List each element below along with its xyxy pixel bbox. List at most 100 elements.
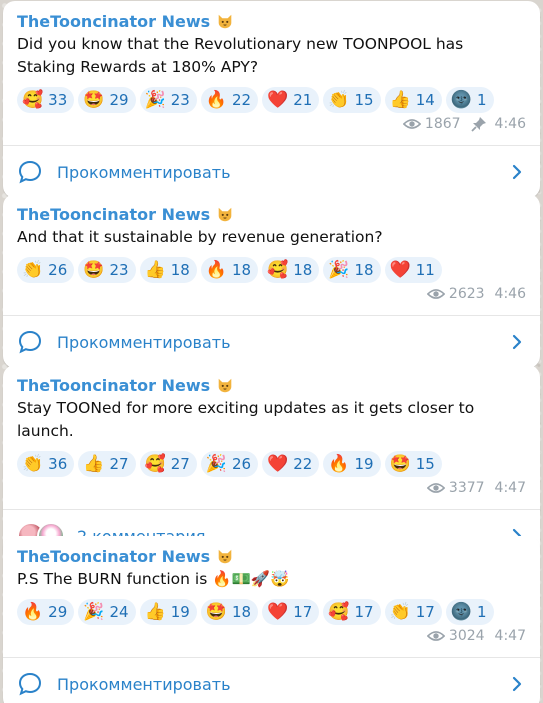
eye-icon: [426, 289, 445, 299]
channel-post-2: TheTooncinator News And that it sustaina…: [3, 194, 540, 368]
view-count: 1867: [424, 116, 461, 132]
reaction-button[interactable]: 🌚 1: [445, 599, 494, 625]
reaction-emoji: ❤️: [267, 453, 289, 474]
reaction-button[interactable]: 🥰 33: [17, 87, 75, 113]
reaction-count: 15: [415, 455, 435, 473]
comments-label[interactable]: Прокомментировать: [57, 163, 510, 182]
channel-name[interactable]: TheTooncinator News: [17, 11, 526, 31]
comments-label[interactable]: Прокомментировать: [57, 333, 510, 352]
view-count: 2623: [448, 286, 485, 302]
reaction-count: 26: [231, 455, 252, 473]
comments-label[interactable]: Прокомментировать: [57, 675, 510, 694]
channel-name[interactable]: TheTooncinator News: [17, 546, 526, 566]
channel-name[interactable]: TheTooncinator News: [17, 375, 526, 395]
reaction-button[interactable]: 🔥 19: [323, 451, 381, 477]
reaction-button[interactable]: 🤩 29: [78, 87, 136, 113]
channel-name-label[interactable]: TheTooncinator News: [17, 205, 210, 224]
reaction-emoji: 🎉: [205, 453, 227, 474]
reaction-button[interactable]: 🥰 27: [139, 451, 197, 477]
reaction-button[interactable]: 🎉 26: [200, 451, 259, 477]
reaction-count: 29: [48, 603, 68, 621]
reaction-button[interactable]: 👏 36: [17, 451, 75, 477]
reaction-count: 18: [293, 261, 313, 279]
reaction-button[interactable]: 🌚 1: [445, 87, 494, 113]
reaction-button[interactable]: 🔥 22: [200, 87, 259, 113]
reaction-count: 1: [477, 91, 487, 109]
eye-icon: [426, 631, 445, 641]
post-time: 4:46: [494, 286, 526, 302]
reaction-button[interactable]: ❤️ 22: [262, 451, 320, 477]
chevron-right-icon[interactable]: [510, 334, 524, 350]
reaction-count: 19: [354, 455, 374, 473]
reaction-count: 22: [293, 455, 313, 473]
reaction-count: 33: [48, 91, 68, 109]
cat-face-icon: [216, 376, 234, 394]
reaction-count: 14: [415, 91, 435, 109]
reaction-button[interactable]: 🥰 18: [262, 257, 320, 283]
reaction-count: 15: [354, 91, 374, 109]
reaction-emoji: ❤️: [389, 259, 411, 280]
reaction-button[interactable]: 🥰 17: [323, 599, 381, 625]
reaction-button[interactable]: ❤️ 11: [384, 257, 442, 283]
reaction-button[interactable]: 🎉 23: [139, 87, 197, 113]
channel-name-label[interactable]: TheTooncinator News: [17, 376, 210, 395]
post-meta: 1867 4:46: [17, 115, 526, 133]
reaction-button[interactable]: 👍 14: [384, 87, 442, 113]
reaction-count: 22: [231, 91, 252, 109]
reaction-button[interactable]: 🎉 24: [78, 599, 136, 625]
reaction-emoji: 👍: [83, 453, 105, 474]
speech-bubble-icon: [18, 330, 42, 354]
reaction-count: 26: [48, 261, 68, 279]
reaction-emoji: 🌚: [450, 89, 473, 110]
reaction-button[interactable]: 👏 15: [323, 87, 381, 113]
comments-button[interactable]: Прокомментировать: [3, 316, 540, 368]
comments-button[interactable]: Прокомментировать: [3, 146, 540, 198]
comments-button[interactable]: Прокомментировать: [3, 658, 540, 703]
reaction-button[interactable]: 👍 27: [78, 451, 136, 477]
reaction-emoji: 🤩: [389, 453, 411, 474]
reaction-emoji: 👏: [389, 601, 411, 622]
channel-name[interactable]: TheTooncinator News: [17, 204, 526, 224]
reaction-button[interactable]: 🎉 18: [323, 257, 381, 283]
view-count: 3024: [448, 628, 485, 644]
reaction-emoji: 👏: [22, 453, 44, 474]
reaction-emoji: 🌚: [450, 601, 473, 622]
reaction-emoji: 🔥: [205, 259, 227, 280]
post-meta: 3377 4:47: [17, 479, 526, 497]
view-count: 3377: [448, 480, 485, 496]
channel-name-label[interactable]: TheTooncinator News: [17, 547, 210, 566]
reaction-button[interactable]: 👏 17: [384, 599, 442, 625]
reaction-button[interactable]: 🔥 29: [17, 599, 75, 625]
reaction-count: 19: [170, 603, 190, 621]
reaction-button[interactable]: 👍 18: [139, 257, 197, 283]
post-meta: 2623 4:46: [17, 285, 526, 303]
reaction-button[interactable]: 🤩 23: [78, 257, 136, 283]
post-text: And that it sustainable by revenue gener…: [17, 228, 383, 246]
reaction-count: 18: [231, 261, 252, 279]
chevron-right-icon[interactable]: [510, 676, 524, 692]
reactions-row: 🥰 33 🤩 29 🎉 23 🔥 22 ❤️ 21 👏 15 👍 14 🌚 1: [17, 87, 526, 113]
reaction-button[interactable]: 🤩 18: [200, 599, 259, 625]
reaction-button[interactable]: ❤️ 21: [262, 87, 320, 113]
reaction-count: 23: [109, 261, 129, 279]
reaction-button[interactable]: 🤩 15: [384, 451, 442, 477]
channel-name-label[interactable]: TheTooncinator News: [17, 12, 210, 31]
cat-face-icon: [216, 205, 234, 223]
reactions-row: 👏 26 🤩 23 👍 18 🔥 18 🥰 18 🎉 18 ❤️ 11: [17, 257, 526, 283]
cat-face-icon: [216, 12, 234, 30]
post-time: 4:46: [494, 116, 526, 132]
reaction-button[interactable]: 👍 19: [139, 599, 197, 625]
reaction-button[interactable]: 🔥 18: [200, 257, 259, 283]
post-text: Stay TOONed for more exciting updates as…: [17, 399, 475, 440]
cat-face-icon: [216, 547, 234, 565]
chevron-right-icon[interactable]: [510, 164, 524, 180]
reaction-emoji: 🥰: [144, 453, 166, 474]
reaction-emoji: 👏: [328, 89, 350, 110]
reaction-emoji: 🤩: [83, 89, 105, 110]
reaction-button[interactable]: 👏 26: [17, 257, 75, 283]
reaction-count: 24: [109, 603, 129, 621]
reaction-count: 17: [354, 603, 374, 621]
reaction-emoji: 🥰: [22, 89, 44, 110]
reaction-emoji: 🎉: [83, 601, 105, 622]
reaction-button[interactable]: ❤️ 17: [262, 599, 320, 625]
